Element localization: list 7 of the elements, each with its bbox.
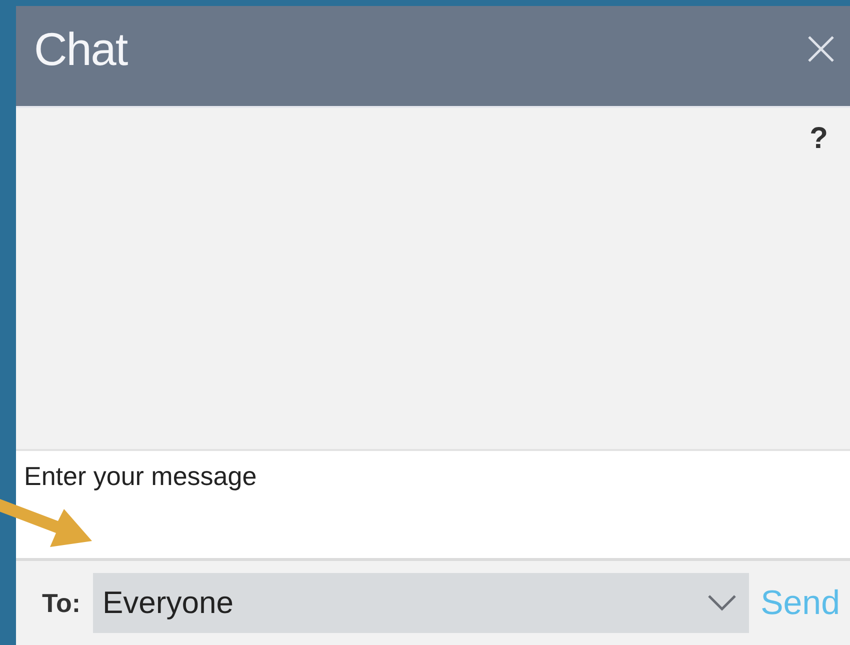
help-button[interactable]: ? [810,122,828,156]
chevron-down-icon [706,594,737,612]
recipient-dropdown[interactable]: Everyone [92,573,749,633]
close-icon[interactable] [806,34,836,64]
recipient-label: To: [42,588,80,618]
message-field[interactable]: Enter your message [16,451,850,561]
window-title: Chat [34,22,128,76]
